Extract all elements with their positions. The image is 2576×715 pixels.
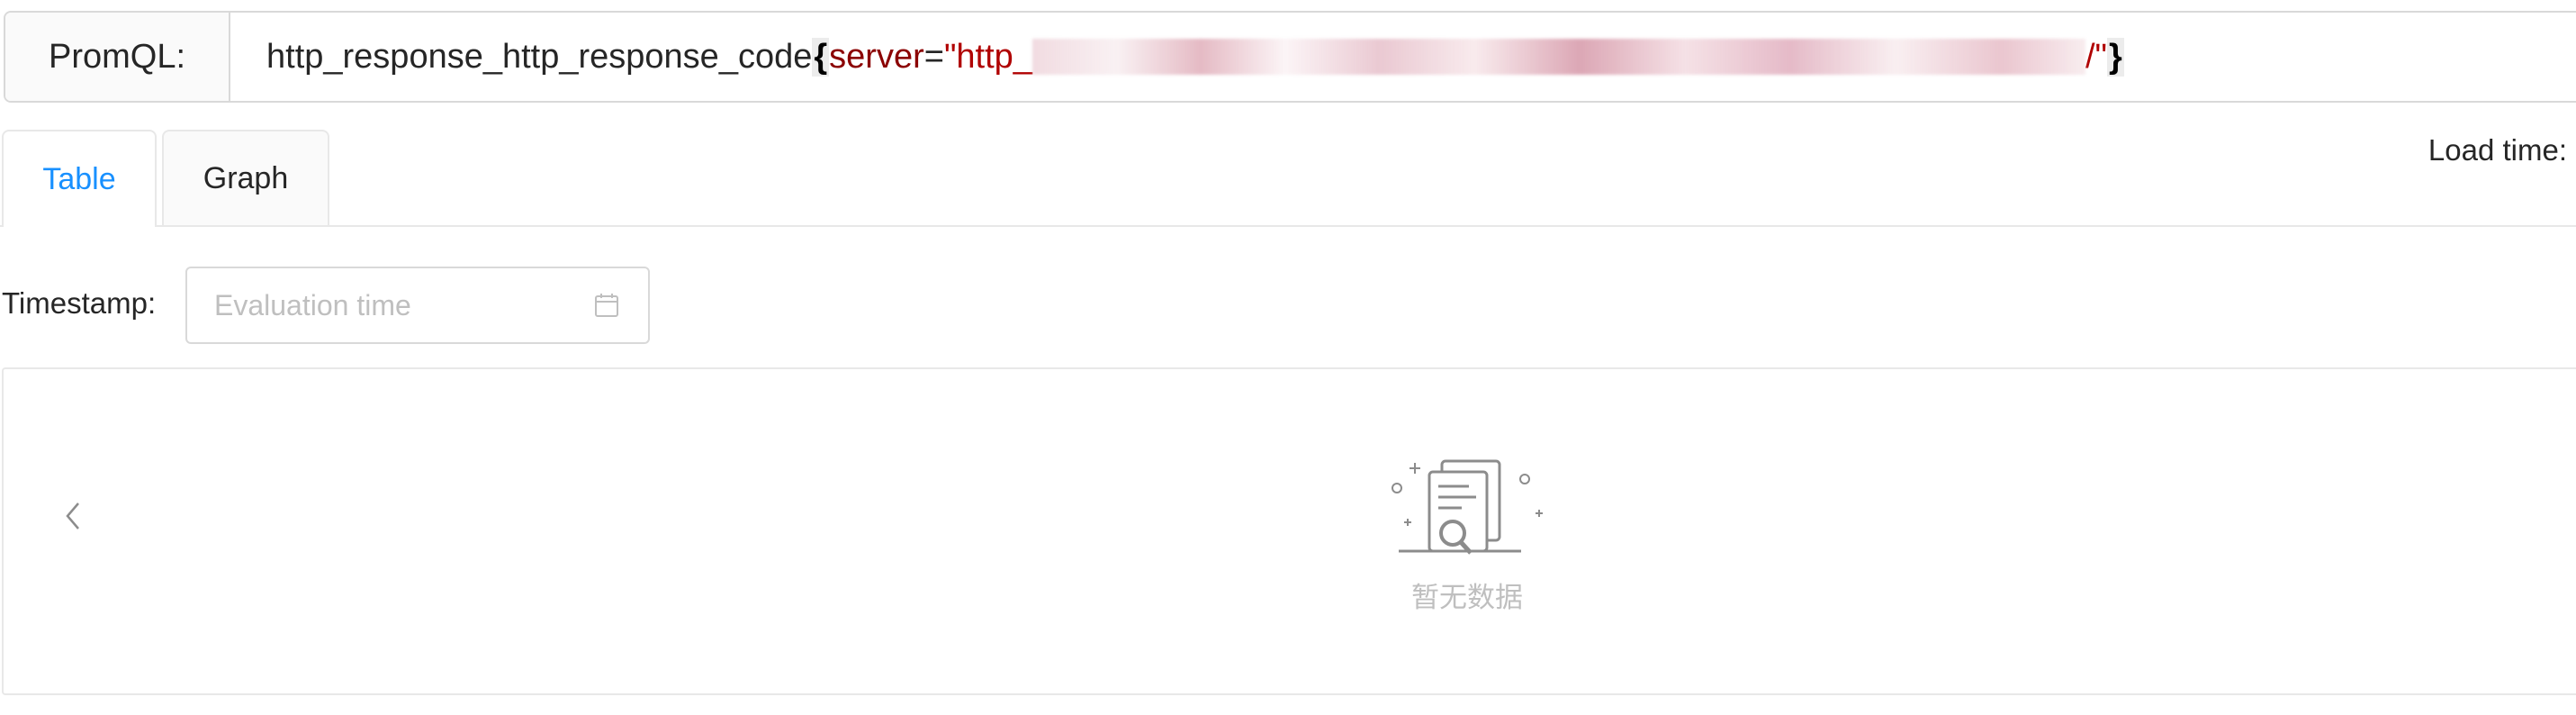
timestamp-input[interactable] [214, 288, 592, 322]
chevron-left-icon[interactable] [59, 493, 86, 539]
tab-graph[interactable]: Graph [162, 130, 329, 225]
results-panel: 暂无数据 [2, 367, 2576, 695]
promql-expression-input[interactable]: http_response_http_response_code{server =… [230, 13, 2576, 101]
query-label-name: server [829, 37, 924, 76]
query-metric-name: http_response_http_response_code [266, 37, 813, 76]
redacted-query-value [1031, 39, 2085, 75]
query-value-start: "http_ [943, 37, 1032, 76]
empty-data-icon [1392, 459, 1543, 555]
query-brace-close: } [2107, 37, 2124, 77]
query-operator: = [923, 37, 944, 76]
result-tabs: Table Graph [0, 130, 2576, 227]
query-value-end: /" [2085, 37, 2107, 76]
promql-query-bar: PromQL: http_response_http_response_code… [4, 11, 2576, 103]
timestamp-label: Timestamp: [2, 286, 157, 320]
tab-table[interactable]: Table [2, 130, 157, 227]
calendar-icon[interactable] [592, 291, 621, 320]
promql-label: PromQL: [5, 13, 230, 101]
load-time-label: Load time: [2427, 133, 2567, 167]
timestamp-picker[interactable] [185, 267, 650, 344]
empty-state: 暂无数据 [1386, 456, 1548, 615]
empty-state-text: 暂无数据 [1411, 582, 1523, 614]
query-brace-open: { [812, 37, 830, 77]
